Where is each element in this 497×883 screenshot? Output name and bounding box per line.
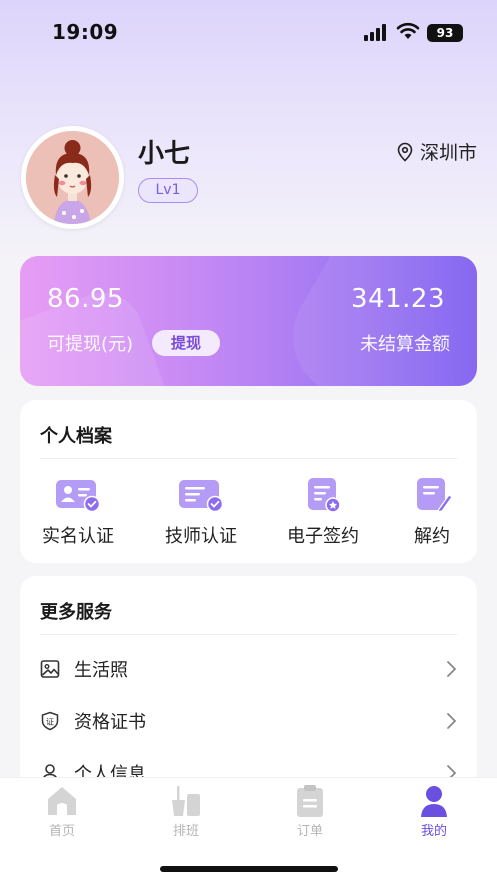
status-time: 19:09 [52,20,119,44]
tab-label: 我的 [420,824,447,839]
archive-item-e-sign[interactable]: 电子签约 [285,477,361,548]
tab-label: 排班 [172,824,199,839]
withdrawable-label: 可提现(元) [47,334,134,355]
user-name: 小七 [138,139,191,169]
unsettled-amount: 341.23 [351,284,445,314]
archive-item-label: 电子签约 [287,526,359,547]
services-section: 更多服务 生活照 证 资格证书 个人信息 [20,576,477,806]
service-label: 资格证书 [74,712,146,733]
archive-item-technician[interactable]: 技师认证 [163,477,239,548]
avatar[interactable] [21,126,124,229]
order-icon [297,785,323,817]
schedule-icon [172,786,200,816]
location-selector[interactable]: 深圳市 [396,138,477,165]
status-bar: 19:09 93 [0,0,497,66]
archive-item-label: 技师认证 [165,526,237,547]
withdraw-button[interactable]: 提现 [152,330,220,356]
tab-home[interactable]: 首页 [22,784,102,839]
archive-title: 个人档案 [40,426,112,447]
location-label: 深圳市 [419,142,477,164]
tab-label: 订单 [296,824,323,839]
archive-section: 个人档案 实名认证 技师认证 电子签约 解约 [20,400,477,563]
service-label: 生活照 [74,660,128,681]
photo-icon [40,660,60,678]
service-row-certificate[interactable]: 证 资格证书 [40,695,457,747]
certificate-shield-icon: 证 [41,711,59,731]
unsettled-label: 未结算金额 [360,334,450,355]
svg-text:证: 证 [46,718,54,727]
archive-item-label: 实名认证 [42,526,114,547]
e-sign-icon [300,477,346,513]
balance-card: 86.95 可提现(元) 提现 341.23 未结算金额 [20,256,477,386]
tab-schedule[interactable]: 排班 [146,784,226,839]
profile-icon [421,786,447,817]
chevron-right-icon [447,661,457,677]
archive-item-terminate[interactable]: 解约 [402,477,462,548]
level-badge: Lv1 [138,178,198,203]
location-pin-icon [397,142,413,162]
archive-item-label: 解约 [414,526,450,547]
services-title: 更多服务 [40,602,112,623]
home-indicator [160,866,338,872]
tab-mine[interactable]: 我的 [394,784,474,839]
tab-order[interactable]: 订单 [270,784,350,839]
signal-icon [364,24,388,41]
tab-label: 首页 [48,824,75,839]
certificate-card-icon [178,477,224,513]
service-row-life-photo[interactable]: 生活照 [40,643,457,695]
battery-icon: 93 [427,24,463,42]
archive-item-real-name[interactable]: 实名认证 [40,477,116,548]
home-icon [48,787,76,815]
chevron-right-icon [447,713,457,729]
withdrawable-amount: 86.95 [47,284,124,314]
terminate-icon [409,477,455,513]
id-card-icon [55,477,101,513]
wifi-icon [396,22,420,39]
